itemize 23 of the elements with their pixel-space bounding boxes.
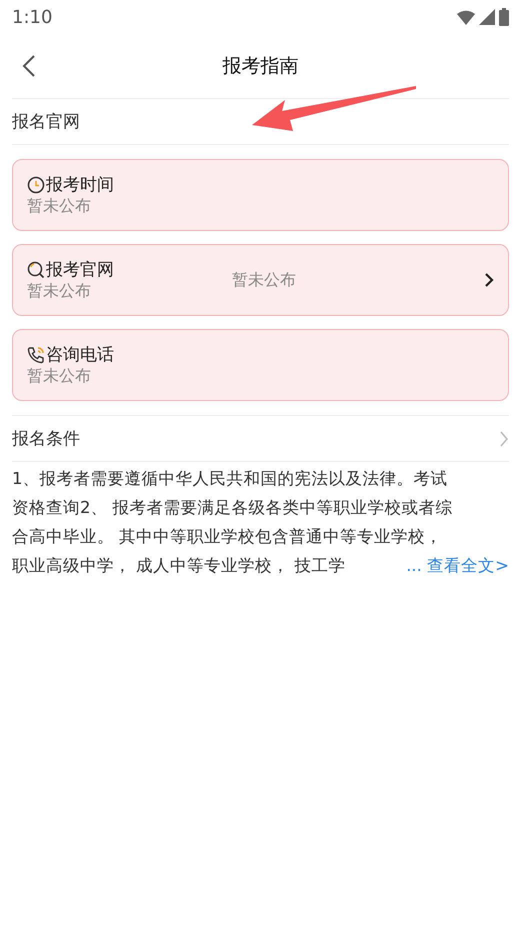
info-card[interactable]: 报考官网 暂未公布 暂未公布: [12, 244, 509, 316]
section-title: 报名官网: [12, 111, 80, 133]
search-icon: [27, 261, 45, 279]
clock-icon: [27, 176, 45, 194]
page-title: 报考指南: [222, 54, 298, 79]
battery-icon: [499, 8, 509, 26]
phone-icon: [27, 346, 45, 364]
status-time: 1:10: [12, 6, 52, 28]
read-more-link[interactable]: ... 查看全文>: [406, 551, 509, 580]
signal-icon: [479, 9, 495, 25]
card-value: 暂未公布: [27, 196, 92, 216]
chevron-right-icon: [484, 272, 494, 288]
card-title: 报考官网: [46, 259, 114, 281]
condition-text-line: 1、报考者需要遵循中华人民共和国的宪法以及法律。考试: [12, 468, 448, 490]
condition-text-line: 资格查询2、 报考者需要满足各级各类中等职业学校或者综: [12, 497, 454, 519]
card-title: 咨询电话: [46, 344, 114, 366]
card-title: 报考时间: [46, 174, 114, 196]
condition-text-line: 合高中毕业。 其中中等职业学校包含普通中等专业学校，: [12, 526, 444, 548]
wifi-icon: [457, 10, 475, 24]
card-value: 暂未公布: [27, 366, 92, 386]
condition-text-line: 职业高级中学， 成人中等专业学校， 技工学: [12, 555, 346, 577]
card-value: 暂未公布: [27, 281, 92, 301]
section-title: 报名条件: [12, 428, 80, 450]
